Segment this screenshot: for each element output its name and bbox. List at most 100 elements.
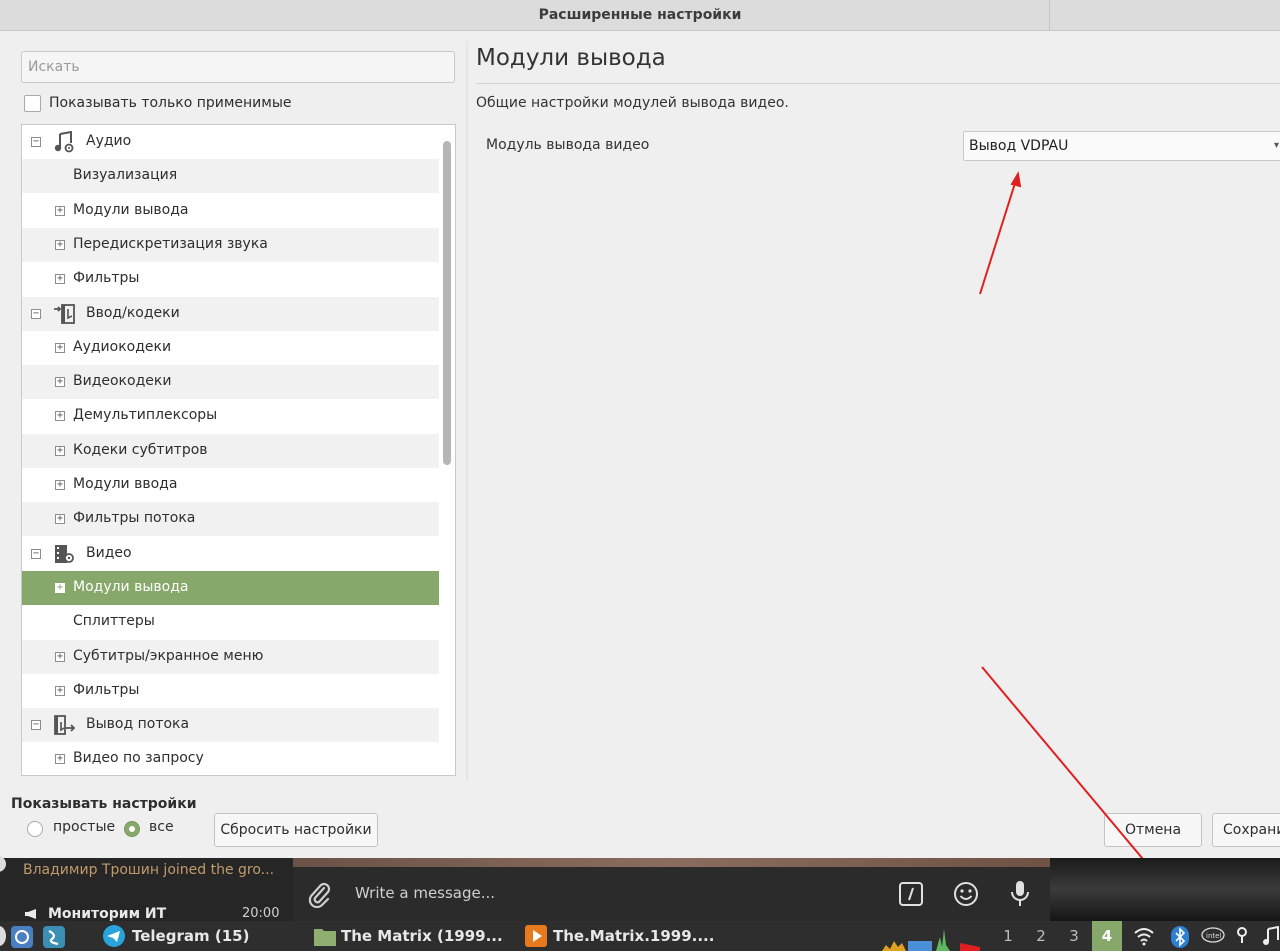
pane-description: Общие настройки модулей вывода видео. — [476, 95, 789, 111]
only-applicable-checkbox[interactable]: Показывать только применимые — [24, 94, 292, 112]
checkbox-box[interactable] — [24, 94, 41, 112]
collapse-icon[interactable]: − — [31, 548, 41, 559]
tree-item-label: Модули ввода — [73, 476, 178, 492]
tree-item-label: Видео — [86, 544, 132, 561]
megaphone-icon — [25, 909, 36, 919]
tree-item[interactable]: + Фильтры — [22, 674, 439, 708]
radio-all-label: все — [149, 819, 174, 835]
workspace-3[interactable]: 3 — [1059, 921, 1089, 951]
expand-icon[interactable]: + — [55, 651, 65, 662]
expand-icon[interactable]: + — [55, 342, 65, 353]
tree-item-label: Визуализация — [73, 167, 178, 184]
collapse-icon[interactable]: − — [31, 137, 41, 147]
tree-item[interactable]: + Модули вывода — [22, 570, 439, 605]
intel-icon[interactable]: intel — [1201, 926, 1225, 944]
tree-category[interactable]: − Аудио — [22, 125, 439, 159]
tree-item[interactable]: + Модули ввода — [22, 468, 439, 502]
tree-category[interactable]: − Вывод потока — [22, 708, 439, 743]
tree-item[interactable]: + Модули вывода — [22, 194, 439, 228]
video-output-module-label: Модуль вывода видео — [486, 137, 650, 153]
system-monitor-graph[interactable] — [882, 925, 992, 951]
tree-item[interactable]: + Фильтры потока — [22, 502, 439, 537]
paperclip-icon[interactable] — [306, 880, 332, 908]
tree-item[interactable]: + Аудиокодеки — [22, 331, 439, 365]
tree-item-label: Сплиттеры — [73, 613, 155, 630]
tree-item-label: Демультиплексоры — [73, 407, 218, 424]
browser-icon[interactable] — [10, 925, 34, 949]
expand-icon[interactable]: + — [55, 514, 65, 525]
tree-item-label: Передискретизация звука — [73, 235, 268, 252]
radio-all[interactable] — [124, 821, 140, 837]
chat-time: 20:00 — [242, 906, 280, 921]
search-input[interactable] — [21, 51, 455, 83]
expand-icon[interactable]: + — [55, 685, 65, 696]
tree-item[interactable]: + Демультиплексоры — [22, 399, 439, 433]
tree-item-label: Видеокодеки — [73, 373, 172, 390]
film-gear-icon — [53, 543, 75, 565]
emoji-icon[interactable] — [952, 880, 980, 908]
bluetooth-icon[interactable] — [1170, 926, 1190, 948]
reset-settings-button[interactable]: Сбросить настройки — [214, 813, 378, 847]
media-player-icon — [525, 925, 547, 947]
taskbar-app-telegram[interactable]: Telegram (15) — [102, 921, 249, 951]
taskbar-app-files[interactable]: The Matrix (1999... — [313, 921, 503, 951]
tree-item[interactable]: + Субтитры/экранное меню — [22, 639, 439, 674]
location-pin-icon[interactable] — [1235, 926, 1249, 946]
wifi-icon[interactable] — [1133, 926, 1155, 946]
pane-title-rule — [476, 83, 1280, 84]
tree-category[interactable]: − Ввод/кодеки — [22, 296, 439, 331]
tree-item-label: Видео по запросу — [73, 750, 204, 767]
message-input[interactable]: Write a message... — [355, 884, 495, 902]
expand-icon[interactable]: + — [55, 754, 65, 765]
telegram-notification[interactable]: Владимир Трошин joined the gro... — [23, 862, 285, 878]
expand-icon[interactable]: + — [55, 205, 65, 216]
tree-item-label: Аудио — [86, 133, 132, 149]
tree-item[interactable]: + Фильтры — [22, 262, 439, 296]
save-button[interactable]: Сохрани — [1212, 813, 1280, 847]
tree-item[interactable]: + Видео по запросу — [22, 742, 439, 775]
workspace-4[interactable]: 4 — [1092, 921, 1122, 951]
show-settings-label: Показывать настройки — [11, 796, 197, 812]
expand-icon[interactable]: + — [55, 480, 65, 490]
collapse-icon[interactable]: − — [31, 720, 41, 731]
tree-item-label: Кодеки субтитров — [73, 441, 208, 458]
video-preview — [1050, 858, 1280, 921]
chat-name[interactable]: Мониторим ИТ — [48, 906, 166, 922]
bot-command-icon[interactable] — [898, 881, 924, 907]
tree-item[interactable]: + Кодеки субтитров — [22, 433, 439, 468]
expand-icon[interactable]: + — [55, 411, 65, 422]
collapse-icon[interactable]: − — [31, 308, 41, 319]
pane-title: Модули вывода — [476, 45, 666, 71]
tree-item-label: Фильтры — [73, 681, 140, 698]
tree-item[interactable]: Сплиттеры — [22, 605, 439, 639]
expand-icon[interactable]: + — [55, 239, 65, 250]
expand-icon[interactable]: + — [55, 377, 65, 388]
expand-icon[interactable]: + — [55, 274, 65, 285]
radio-simple[interactable] — [27, 821, 43, 837]
tree-item-label: Субтитры/экранное меню — [73, 647, 264, 664]
telegram-icon — [103, 925, 125, 947]
cancel-button[interactable]: Отмена — [1104, 813, 1202, 847]
tree-item-label: Ввод/кодеки — [86, 304, 180, 321]
input-codec-icon — [53, 303, 75, 325]
workspace-2[interactable]: 2 — [1026, 921, 1056, 951]
expand-icon[interactable]: + — [55, 445, 65, 456]
taskbar-app-vlc[interactable]: The.Matrix.1999.... — [524, 921, 714, 951]
pane-splitter[interactable] — [466, 41, 468, 781]
tree-item[interactable]: + Видеокодеки — [22, 365, 439, 400]
tree-item[interactable]: + Передискретизация звука — [22, 227, 439, 262]
workspace-1[interactable]: 1 — [993, 921, 1023, 951]
video-output-module-select[interactable]: Вывод VDPAU — [963, 131, 1280, 161]
app-launcher-icon[interactable] — [42, 925, 66, 949]
microphone-icon[interactable] — [1008, 879, 1032, 909]
expand-icon[interactable]: + — [55, 582, 65, 593]
stream-output-icon — [53, 714, 76, 736]
checkbox-label: Показывать только применимые — [49, 95, 292, 111]
tree-item[interactable]: Визуализация — [22, 159, 439, 194]
tree-category[interactable]: − Видео — [22, 537, 439, 571]
settings-tree[interactable]: − Аудио Визуализация + Модули вывода + Передис… — [21, 124, 456, 776]
tree-scrollbar-thumb[interactable] — [443, 141, 451, 465]
music-note-icon[interactable] — [1262, 926, 1280, 946]
chevron-down-icon[interactable]: ▾ — [1274, 140, 1279, 151]
tree-item-label: Модули вывода — [73, 201, 189, 218]
